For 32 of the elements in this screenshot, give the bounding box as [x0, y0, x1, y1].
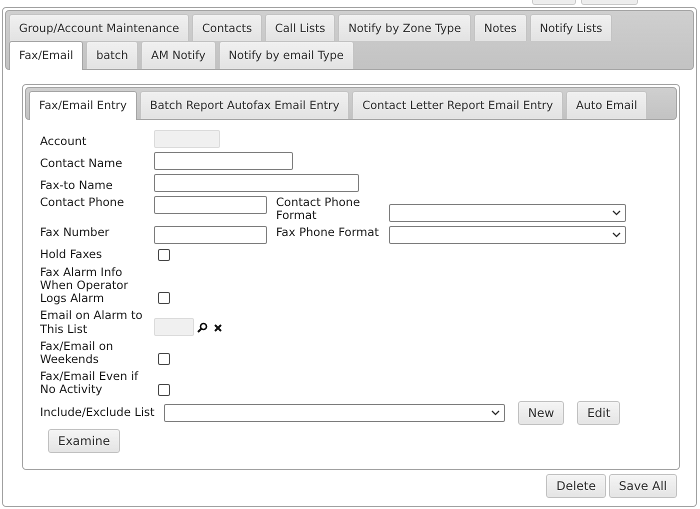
field-label: Email on Alarm to This List — [40, 309, 144, 336]
tab[interactable]: Notify Lists — [530, 14, 612, 41]
field-label: Hold Faxes — [40, 248, 103, 262]
field-label: Account — [40, 134, 88, 148]
field-label: Fax Phone Format — [276, 226, 380, 240]
tab[interactable]: Notify by email Type — [218, 41, 354, 69]
tab[interactable]: batch — [86, 41, 138, 69]
field-label: Fax-to Name — [40, 178, 114, 192]
tab[interactable]: AM Notify — [141, 41, 216, 69]
field-label: Fax/Email on Weekends — [40, 340, 114, 366]
examine-button[interactable]: Examine — [48, 428, 120, 453]
field-label: Include/Exclude List — [40, 406, 156, 420]
tab[interactable]: Contact Letter Report Email Entry — [352, 91, 564, 119]
tab[interactable]: Notify by Zone Type — [338, 14, 472, 41]
tab[interactable]: Fax/Email — [9, 41, 84, 70]
button[interactable]: Edit — [577, 400, 620, 425]
tab[interactable]: Auto Email — [566, 91, 648, 119]
tab[interactable]: Contacts — [192, 14, 262, 41]
tab[interactable]: Batch Report Autofax Email Entry — [140, 91, 350, 119]
tab[interactable]: Group/Account Maintenance — [9, 14, 190, 41]
field-label: Contact Name — [40, 156, 124, 170]
field-label: Contact Phone Format — [276, 196, 362, 222]
button[interactable]: Delete — [546, 474, 606, 498]
button[interactable]: New — [518, 400, 564, 425]
field-label: Fax Alarm Info When Operator Logs Alarm — [40, 266, 130, 306]
tab[interactable]: Call Lists — [265, 14, 336, 41]
field-label: Contact Phone — [40, 196, 126, 210]
field-label: Fax/Email Even if No Activity — [40, 370, 140, 397]
field-label: Fax Number — [40, 226, 110, 240]
button[interactable]: Save All — [608, 474, 677, 498]
tab[interactable]: Notes — [474, 14, 527, 41]
tab[interactable]: Fax/Email Entry — [29, 91, 137, 120]
